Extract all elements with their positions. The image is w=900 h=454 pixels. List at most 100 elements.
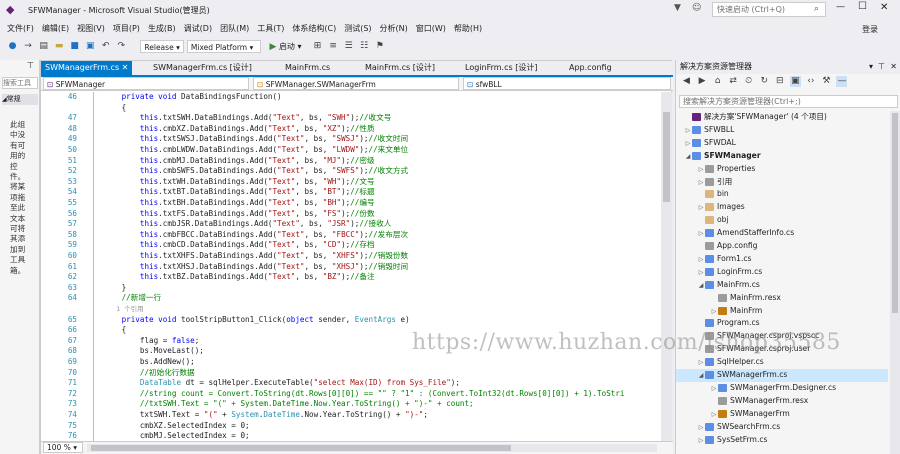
menu-item-5[interactable]: 调试(D) — [180, 20, 216, 37]
expand-arrow-icon[interactable]: ▷ — [697, 254, 705, 267]
tree-item[interactable]: ▷ SFWDAL — [676, 137, 888, 150]
tree-item[interactable]: SWManagerFrm.resx — [676, 395, 888, 408]
expand-arrow-icon[interactable]: ▷ — [697, 435, 705, 448]
feedback-icon[interactable]: ☺ — [692, 3, 701, 13]
code-line[interactable]: 48 this.cmbXZ.DataBindings.Add("Text", b… — [41, 124, 661, 135]
comment-icon[interactable]: ☰ — [343, 41, 354, 52]
code-line[interactable]: 55 this.txtBH.DataBindings.Add("Text", b… — [41, 198, 661, 209]
minimize-button[interactable]: — — [836, 2, 845, 12]
tree-item[interactable]: ▷ Images — [676, 201, 888, 214]
code-line[interactable]: { — [41, 103, 661, 114]
back-icon[interactable]: ● — [7, 41, 18, 52]
expand-arrow-icon[interactable]: ▷ — [684, 138, 692, 151]
code-line[interactable]: 72 //string count = Convert.ToString(dt.… — [41, 389, 661, 400]
home-icon[interactable]: ⌂ — [712, 76, 723, 87]
code-line[interactable]: 54 this.txtBT.DataBindings.Add("Text", b… — [41, 187, 661, 198]
code-line[interactable]: 46 private void DataBindingsFunction() — [41, 92, 661, 103]
tree-item[interactable]: ◢ SFWManager — [676, 150, 888, 163]
new-project-icon[interactable]: ▤ — [38, 41, 49, 52]
code-line[interactable]: 49 this.txtSWSJ.DataBindings.Add("Text",… — [41, 134, 661, 145]
tree-item[interactable]: ▷ AmendStafferInfo.cs — [676, 227, 888, 240]
expand-arrow-icon[interactable]: ▷ — [710, 306, 718, 319]
menu-item-8[interactable]: 体系结构(C) — [288, 20, 340, 37]
uncomment-icon[interactable]: ☷ — [359, 41, 370, 52]
pane-pin-icon[interactable]: ⊤ — [878, 60, 885, 74]
properties-icon[interactable]: ⚒ — [821, 76, 832, 87]
expand-arrow-icon[interactable]: ▷ — [710, 383, 718, 396]
toolbox-search[interactable]: 搜索工具 — [2, 77, 38, 89]
class-dropdown[interactable]: ⊡ SFWManager.SWManagerFrm — [253, 77, 459, 90]
pane-close-icon[interactable]: ✕ — [890, 60, 897, 74]
platform-select[interactable]: Mixed Platform ▾ — [186, 40, 261, 53]
expand-arrow-icon[interactable]: ◢ — [684, 151, 692, 164]
tab-3[interactable]: MainFrm.cs [设计] — [361, 61, 439, 75]
tab-close-icon[interactable]: ✕ — [119, 63, 129, 72]
tree-item[interactable]: ▷ Properties — [676, 163, 888, 176]
tree-item[interactable]: MainFrm.resx — [676, 292, 888, 305]
sync-icon[interactable]: ⇄ — [728, 76, 739, 87]
code-line[interactable]: 58 this.cmbFBCC.DataBindings.Add("Text",… — [41, 230, 661, 241]
menu-item-3[interactable]: 项目(P) — [109, 20, 144, 37]
expand-arrow-icon[interactable]: ◢ — [697, 280, 705, 293]
code-line[interactable]: 69 bs.AddNew(); — [41, 357, 661, 368]
refresh-icon[interactable]: ↻ — [759, 76, 770, 87]
show-all-icon[interactable]: ▣ — [789, 76, 801, 87]
tree-item[interactable]: ◢ MainFrm.cs — [676, 279, 888, 292]
solution-scrollbar[interactable] — [890, 111, 900, 454]
code-line[interactable]: 50 this.cmbLWDW.DataBindings.Add("Text",… — [41, 145, 661, 156]
config-select[interactable]: Release ▾ — [140, 40, 185, 53]
tree-item[interactable]: ▷ SWManagerFrm — [676, 408, 888, 421]
tree-item[interactable]: obj — [676, 214, 888, 227]
code-line[interactable]: 73 //txtSWH.Text = "(" + System.DateTime… — [41, 399, 661, 410]
tree-item[interactable]: Program.cs — [676, 317, 888, 330]
code-line[interactable]: 70 //初始化行数据 — [41, 368, 661, 379]
menu-item-4[interactable]: 生成(B) — [144, 20, 180, 37]
code-line[interactable]: 62 this.txtBZ.DataBindings.Add("Text", b… — [41, 272, 661, 283]
attach-icon[interactable]: ⊞ — [312, 41, 323, 52]
tab-5[interactable]: App.config — [565, 61, 616, 75]
tree-item[interactable]: App.config — [676, 240, 888, 253]
code-editor[interactable]: 46 private void DataBindingsFunction() {… — [41, 92, 661, 441]
back-nav-icon[interactable]: ◀ — [681, 76, 692, 87]
code-line[interactable]: 56 this.txtFS.DataBindings.Add("Text", b… — [41, 209, 661, 220]
code-line[interactable]: 51 this.cmbMJ.DataBindings.Add("Text", b… — [41, 156, 661, 167]
code-line[interactable]: 64 //新增一行 — [41, 293, 661, 304]
tree-item[interactable]: ▷ MainFrm — [676, 305, 888, 318]
collapse-all-icon[interactable]: ⊟ — [774, 76, 785, 87]
menu-item-10[interactable]: 分析(N) — [376, 20, 412, 37]
menu-item-6[interactable]: 团队(M) — [216, 20, 253, 37]
pane-menu-icon[interactable]: ▾ — [869, 60, 873, 74]
expand-arrow-icon[interactable]: ▷ — [697, 422, 705, 435]
tree-item[interactable]: ▷ LoginFrm.cs — [676, 266, 888, 279]
menu-item-2[interactable]: 视图(V) — [73, 20, 109, 37]
tree-item[interactable]: ▷ 引用 — [676, 176, 888, 189]
horizontal-scrollbar[interactable] — [87, 444, 657, 452]
menu-item-9[interactable]: 测试(S) — [340, 20, 375, 37]
preview-icon[interactable]: — — [836, 76, 848, 87]
tab-2[interactable]: MainFrm.cs — [281, 61, 334, 75]
notification-icon[interactable]: ▼ — [674, 3, 681, 13]
zoom-select[interactable]: 100 % ▾ — [43, 442, 83, 453]
close-button[interactable]: ✕ — [880, 2, 888, 13]
code-line[interactable]: 47 this.txtSWH.DataBindings.Add("Text", … — [41, 113, 661, 124]
view-code-icon[interactable]: ‹› — [805, 76, 816, 87]
code-line[interactable]: 76 cmbMJ.SelectedIndex = 0; — [41, 431, 661, 441]
code-line[interactable]: 75 cmbXZ.SelectedIndex = 0; — [41, 421, 661, 432]
code-line[interactable]: 59 this.cmbCD.DataBindings.Add("Text", b… — [41, 240, 661, 251]
code-line[interactable]: 63 } — [41, 283, 661, 294]
expand-arrow-icon[interactable]: ▷ — [697, 177, 705, 190]
tree-item[interactable]: ▷ SWManagerFrm.Designer.cs — [676, 382, 888, 395]
code-line[interactable]: 57 this.cmbJSR.DataBindings.Add("Text", … — [41, 219, 661, 230]
code-line[interactable]: 74 txtSWH.Text = "(" + System.DateTime.N… — [41, 410, 661, 421]
code-line[interactable]: 53 this.txtWH.DataBindings.Add("Text", b… — [41, 177, 661, 188]
code-line[interactable]: 60 this.txtXHFS.DataBindings.Add("Text",… — [41, 251, 661, 262]
login-link[interactable]: 登录 — [862, 24, 878, 35]
solution-scroll-thumb[interactable] — [892, 113, 898, 313]
search-icon[interactable]: ⌕ — [814, 4, 819, 14]
menu-item-12[interactable]: 帮助(H) — [450, 20, 486, 37]
tree-item[interactable]: ▷ SFWBLL — [676, 124, 888, 137]
tree-item[interactable]: ▷ SqlHelper.cs — [676, 356, 888, 369]
member-dropdown[interactable]: ⊡ sfwBLL — [463, 77, 671, 90]
expand-arrow-icon[interactable]: ▷ — [684, 125, 692, 138]
vertical-scrollbar[interactable] — [661, 92, 672, 441]
